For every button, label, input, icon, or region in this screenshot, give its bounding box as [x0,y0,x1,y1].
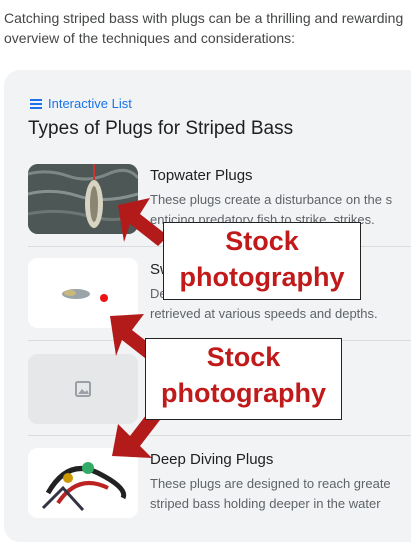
overlay-line-1: Stock [206,342,281,372]
overlay-line-1: Stock [225,226,299,256]
stock-photography-label-1: Stock photography [163,222,361,300]
stock-photography-label-2: Stock photography [145,338,342,420]
arrow-1 [118,198,168,246]
overlay-line-2: photography [179,262,345,292]
overlay-line-2: photography [161,378,326,408]
